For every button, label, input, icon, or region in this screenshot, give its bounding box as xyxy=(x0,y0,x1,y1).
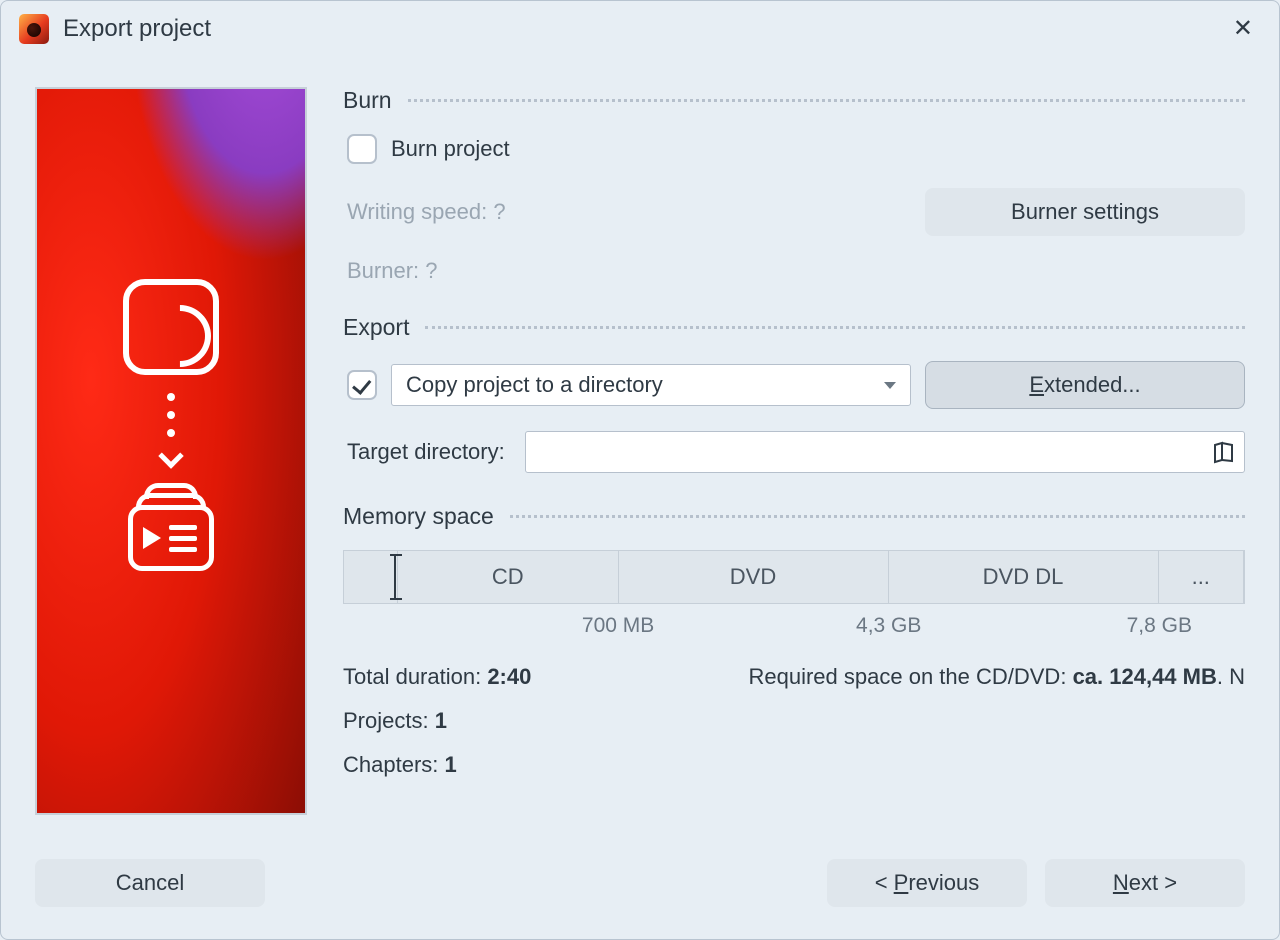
titlebar: Export project ✕ xyxy=(1,1,1279,57)
memory-segment: DVD DL xyxy=(889,551,1159,603)
export-mode-combo[interactable]: Copy project to a directory xyxy=(391,364,911,406)
close-icon[interactable]: ✕ xyxy=(1225,13,1261,45)
memory-space-ticks: 700 MB 4,3 GB 7,8 GB xyxy=(343,614,1245,642)
total-duration: Total duration: 2:40 xyxy=(343,664,531,690)
projects-count: Projects: 1 xyxy=(343,708,1245,734)
target-directory-label: Target directory: xyxy=(347,439,505,465)
arrow-down-icon xyxy=(162,393,180,465)
writing-speed-label: Writing speed: ? xyxy=(347,199,506,225)
copy-project-checkbox[interactable] xyxy=(347,370,377,400)
memory-segment xyxy=(344,551,398,603)
memory-segment: ... xyxy=(1159,551,1245,603)
memory-tick-label: 4,3 GB xyxy=(856,614,921,638)
memory-section-heading: Memory space xyxy=(343,503,1245,530)
burn-section-heading: Burn xyxy=(343,87,1245,114)
window-title: Export project xyxy=(63,15,211,43)
memory-space-bar: CDDVDDVD DL... xyxy=(343,550,1245,604)
memory-tick-label: 700 MB xyxy=(582,614,654,638)
memory-cursor xyxy=(394,554,396,600)
previous-button[interactable]: < Previous xyxy=(827,859,1027,907)
target-directory-input[interactable] xyxy=(525,431,1245,473)
project-stack-icon xyxy=(118,483,224,583)
burner-settings-button[interactable]: Burner settings xyxy=(925,188,1245,236)
disc-icon xyxy=(123,279,219,375)
required-space: Required space on the CD/DVD: ca. 124,44… xyxy=(749,664,1246,690)
burner-label: Burner: ? xyxy=(347,258,438,284)
chapters-count: Chapters: 1 xyxy=(343,752,1245,778)
app-icon xyxy=(19,14,49,44)
preview-pane xyxy=(35,87,307,815)
chevron-down-icon xyxy=(884,382,896,389)
next-button[interactable]: Next > xyxy=(1045,859,1245,907)
burn-project-checkbox[interactable] xyxy=(347,134,377,164)
burn-project-label: Burn project xyxy=(391,136,510,162)
browse-folder-icon[interactable] xyxy=(1212,440,1236,464)
memory-tick-label: 7,8 GB xyxy=(1127,614,1192,638)
export-section-heading: Export xyxy=(343,314,1245,341)
extended-button[interactable]: Extended... xyxy=(925,361,1245,409)
memory-segment: DVD xyxy=(619,551,889,603)
memory-segment: CD xyxy=(398,551,619,603)
export-project-dialog: Export project ✕ xyxy=(0,0,1280,940)
cancel-button[interactable]: Cancel xyxy=(35,859,265,907)
